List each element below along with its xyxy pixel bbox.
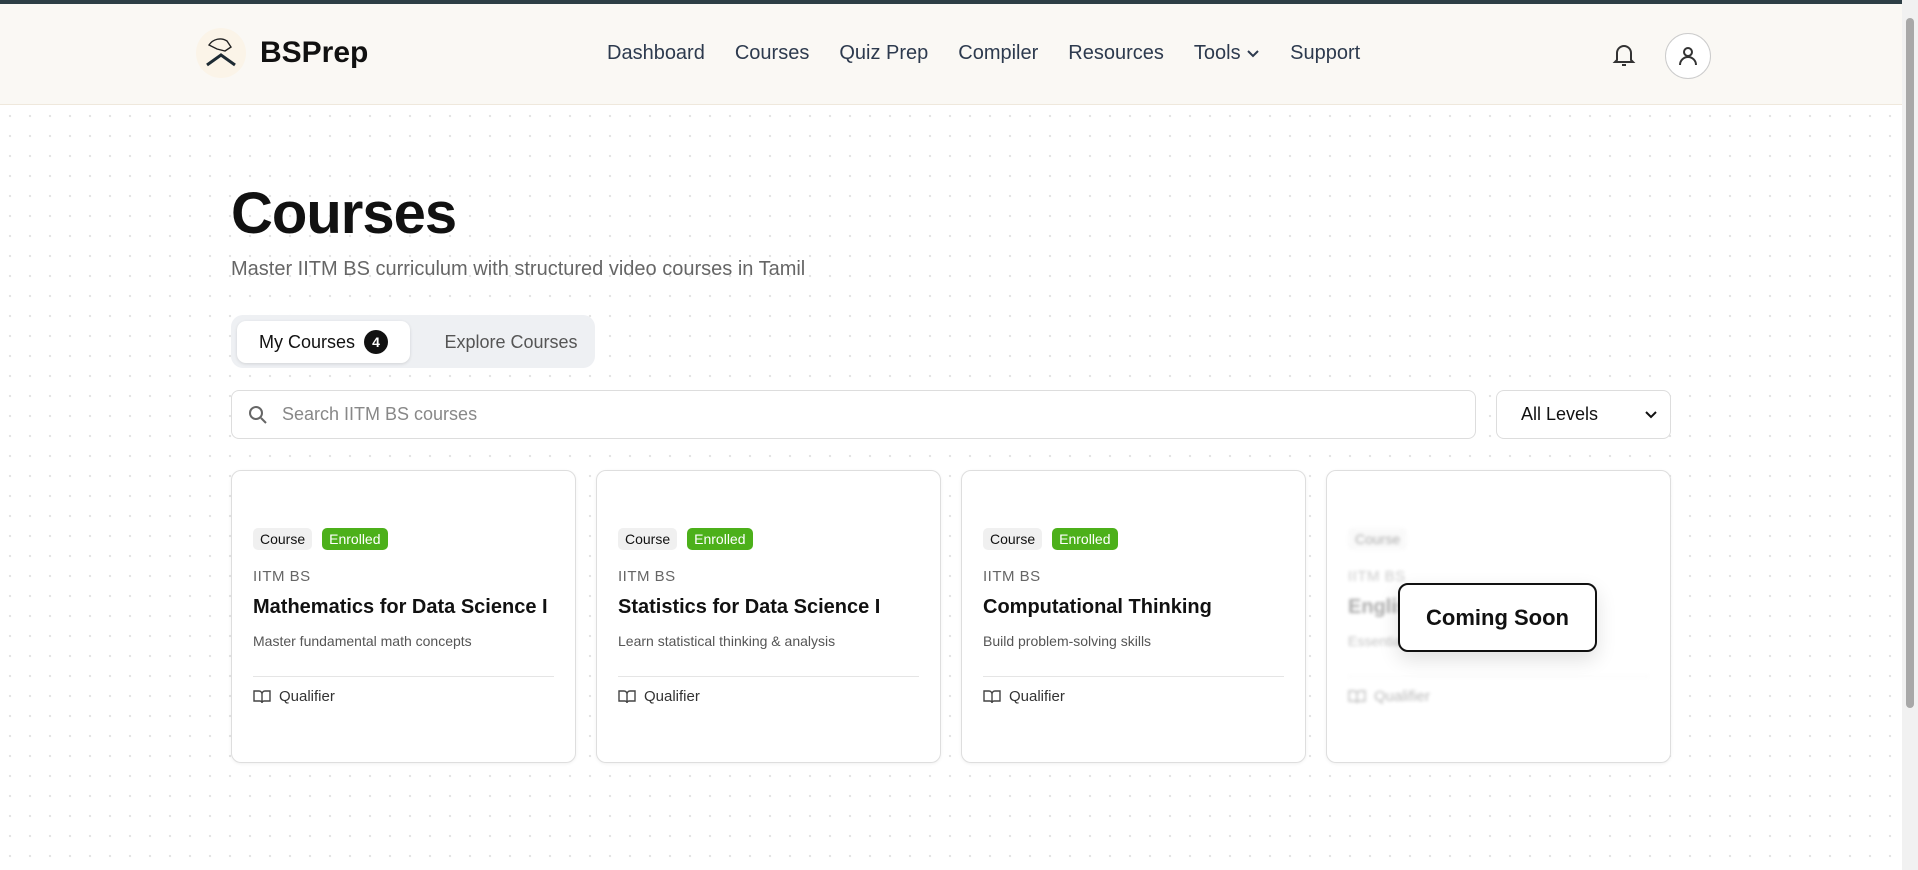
nav-resources[interactable]: Resources xyxy=(1068,42,1164,65)
course-card[interactable]: Course Enrolled IITM BS Statistics for Da… xyxy=(596,470,941,763)
course-level: Qualifier xyxy=(279,688,335,705)
course-card[interactable]: Course Enrolled IITM BS Computational Thi… xyxy=(961,470,1306,763)
level-select-value: All Levels xyxy=(1521,404,1599,424)
course-title: Mathematics for Data Science I xyxy=(253,596,548,618)
search-icon xyxy=(249,405,267,424)
divider xyxy=(1348,676,1649,677)
divider xyxy=(618,676,919,677)
enrolled-badge: Enrolled xyxy=(322,528,388,550)
nav-dashboard[interactable]: Dashboard xyxy=(607,42,705,65)
tab-my-courses[interactable]: My Courses 4 xyxy=(237,321,410,363)
scrollbar-thumb[interactable] xyxy=(1906,18,1914,708)
user-avatar-button[interactable] xyxy=(1665,33,1711,79)
nav-tools[interactable]: Tools xyxy=(1194,42,1260,65)
course-level: Qualifier xyxy=(644,688,700,705)
tab-explore-courses[interactable]: Explore Courses xyxy=(431,321,591,363)
book-icon xyxy=(618,689,636,703)
count-badge: 4 xyxy=(364,330,389,354)
tab-label: My Courses xyxy=(258,331,356,352)
divider xyxy=(253,676,554,677)
type-badge: Course xyxy=(1348,528,1408,550)
type-badge: Course xyxy=(253,528,313,550)
divider xyxy=(983,676,1284,677)
bell-icon[interactable] xyxy=(1612,42,1636,68)
book-icon xyxy=(983,689,1001,703)
course-level: Qualifier xyxy=(1374,688,1430,705)
nav-tools-label: Tools xyxy=(1193,42,1241,64)
course-description: Learn statistical thinking & analysis xyxy=(618,633,836,649)
chevron-down-icon xyxy=(1247,50,1259,58)
search-input[interactable] xyxy=(282,404,1432,425)
scrollbar[interactable] xyxy=(1902,0,1918,870)
course-org: IITM BS xyxy=(618,568,676,585)
book-icon xyxy=(253,689,271,703)
header: BSPrep Dashboard Courses Quiz Prep Compi… xyxy=(0,4,1902,105)
enrolled-badge: Enrolled xyxy=(687,528,753,550)
brand-name[interactable]: BSPrep xyxy=(260,36,368,70)
course-org: IITM BS xyxy=(983,568,1041,585)
course-title: Statistics for Data Science I xyxy=(618,596,881,618)
page-title: Courses xyxy=(231,181,457,246)
course-level: Qualifier xyxy=(1009,688,1065,705)
nav-courses[interactable]: Courses xyxy=(735,42,809,65)
nav-support[interactable]: Support xyxy=(1290,42,1360,65)
search-box xyxy=(231,390,1476,439)
enrolled-badge: Enrolled xyxy=(1052,528,1118,550)
book-icon xyxy=(1348,689,1366,703)
page-subtitle: Master IITM BS curriculum with structure… xyxy=(231,258,806,280)
nav-compiler[interactable]: Compiler xyxy=(958,42,1038,65)
chevron-down-icon xyxy=(1645,410,1657,418)
type-badge: Course xyxy=(983,528,1043,550)
course-description: Master fundamental math concepts xyxy=(253,633,472,649)
main-nav: Dashboard Courses Quiz Prep Compiler Res… xyxy=(607,42,1360,65)
course-card[interactable]: Course Enrolled IITM BS Mathematics for D… xyxy=(231,470,576,763)
logo[interactable] xyxy=(196,28,246,78)
coming-soon-overlay: Coming Soon xyxy=(1398,583,1597,652)
level-select[interactable]: All Levels xyxy=(1496,390,1671,439)
user-icon xyxy=(1679,47,1697,66)
course-org: IITM BS xyxy=(253,568,311,585)
nav-quiz-prep[interactable]: Quiz Prep xyxy=(839,42,928,65)
course-tabs: My Courses 4 Explore Courses xyxy=(231,315,595,368)
handshake-logo-icon xyxy=(206,38,236,67)
type-badge: Course xyxy=(618,528,678,550)
course-title: Computational Thinking xyxy=(983,596,1212,618)
course-description: Build problem-solving skills xyxy=(983,633,1152,649)
